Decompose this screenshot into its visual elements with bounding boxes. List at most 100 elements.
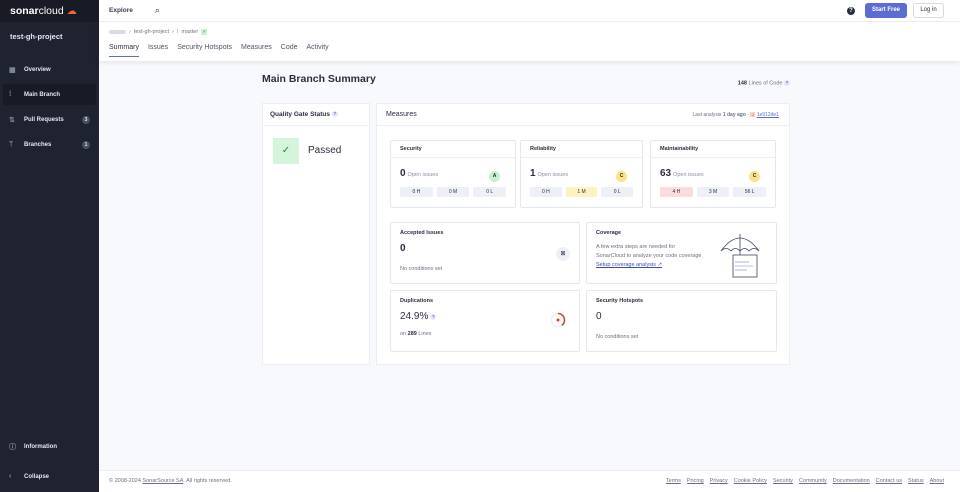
- footer-link-status[interactable]: Status: [908, 478, 924, 484]
- rating-card-reliability[interactable]: Reliability 1 Open issues C 0 H1 M0 L: [520, 140, 643, 208]
- card-title: Security Hotspots: [596, 298, 644, 304]
- sidebar-item-pull-requests[interactable]: ⇅ Pull Requests 3: [3, 109, 96, 130]
- help-icon[interactable]: ?: [784, 80, 790, 86]
- severity-pill[interactable]: 0 H: [400, 187, 433, 197]
- count-badge: 1: [82, 140, 90, 149]
- sidebar-item-overview[interactable]: ▦ Overview: [3, 59, 96, 80]
- quality-gate-panel: Quality Gate Status ? ✓ Passed: [262, 103, 370, 365]
- check-icon: ✓: [201, 29, 208, 35]
- rights-text: . All rights reserved.: [183, 478, 232, 484]
- lines-label: Lines: [418, 331, 432, 337]
- tab-activity[interactable]: Activity: [307, 44, 329, 57]
- footer-link-terms[interactable]: Terms: [666, 478, 681, 484]
- sidebar-item-label: Pull Requests: [24, 116, 64, 123]
- severity-pill[interactable]: 3 M: [696, 187, 730, 197]
- severity-pill[interactable]: 0 L: [473, 187, 507, 197]
- footer-link-security[interactable]: Security: [773, 478, 793, 484]
- logo-text-bold: sonar: [10, 5, 39, 17]
- duplications-value[interactable]: 24.9%: [400, 311, 428, 322]
- footer-link-contact-us[interactable]: Contact us: [876, 478, 902, 484]
- sidebar-item-label: Information: [24, 443, 57, 450]
- tab-summary[interactable]: Summary: [109, 44, 139, 57]
- sonarcloud-logo[interactable]: sonar cloud ☁: [0, 0, 99, 22]
- organization-link[interactable]: [109, 30, 126, 34]
- last-analysis: Last analysis 1 day ago · J 1e912de1: [692, 112, 779, 118]
- quality-gate-status: Passed: [308, 145, 342, 156]
- search-icon[interactable]: ⌕: [155, 5, 160, 16]
- accepted-issues-value[interactable]: 0: [400, 243, 406, 254]
- sidebar-item-main-branch[interactable]: ⁞ Main Branch: [3, 84, 96, 105]
- rating-grade-badge: C: [749, 171, 760, 182]
- severity-pill[interactable]: 4 H: [660, 187, 693, 197]
- accepted-issues-card[interactable]: Accepted Issues 0 No conditions set ⊠: [390, 222, 580, 284]
- measures-title: Measures: [386, 111, 417, 118]
- rating-grade-badge: C: [616, 171, 627, 182]
- collapse-label: Collapse: [24, 473, 50, 480]
- card-title: Reliability: [521, 141, 642, 158]
- footer-link-documentation[interactable]: Documentation: [833, 478, 870, 484]
- open-issues-count[interactable]: 1: [530, 168, 536, 179]
- security-hotspots-card[interactable]: Security Hotspots 0 No conditions set: [586, 290, 777, 352]
- quality-gate-title: Quality Gate Status: [270, 111, 330, 118]
- hotspots-value[interactable]: 0: [596, 311, 602, 322]
- last-analysis-value: 1 day ago: [722, 112, 746, 118]
- commit-link[interactable]: 1e912de1: [757, 112, 779, 118]
- on-label: on: [400, 331, 407, 337]
- count-badge: 3: [82, 115, 90, 124]
- tab-code[interactable]: Code: [281, 44, 298, 57]
- breadcrumb: › test-gh-project › ⁞ master ✓: [109, 29, 208, 35]
- start-free-button[interactable]: Start Free: [865, 3, 907, 18]
- help-icon[interactable]: ?: [331, 111, 338, 118]
- duplications-lines: 289: [407, 331, 417, 337]
- severity-pill[interactable]: 0 L: [601, 187, 634, 197]
- rating-card-maintainability[interactable]: Maintainability 63 Open issues C 4 H3 M5…: [650, 140, 776, 208]
- login-button[interactable]: Log in: [913, 3, 944, 18]
- tab-issues[interactable]: Issues: [148, 44, 168, 57]
- severity-pill[interactable]: 56 L: [733, 187, 767, 197]
- tab-measures[interactable]: Measures: [241, 44, 272, 57]
- info-icon: ⓘ: [9, 443, 16, 451]
- sonarsource-link[interactable]: SonarSource SA: [142, 478, 183, 484]
- collapse-button[interactable]: ‹ Collapse: [3, 466, 96, 487]
- external-link-icon: ↗: [657, 262, 663, 268]
- breadcrumb-project[interactable]: test-gh-project: [134, 29, 169, 35]
- rating-grade-badge: A: [489, 171, 500, 182]
- footer-link-cookie-policy[interactable]: Cookie Policy: [734, 478, 767, 484]
- card-title: Maintainability: [651, 141, 775, 158]
- explore-link[interactable]: Explore: [109, 7, 133, 14]
- tabs: Summary Issues Security Hotspots Measure…: [109, 44, 329, 57]
- breadcrumb-branch[interactable]: master: [181, 29, 198, 35]
- setup-coverage-link[interactable]: Setup coverage analysis ↗: [596, 262, 662, 268]
- card-title: Accepted Issues: [400, 230, 444, 236]
- open-issues-count[interactable]: 63: [660, 168, 671, 179]
- loc-value: 148: [737, 80, 747, 87]
- duplications-ring: [550, 312, 566, 328]
- loc-label: Lines of Code: [748, 80, 783, 87]
- sidebar-item-branches[interactable]: ᛘ Branches 1: [3, 134, 96, 155]
- footer-link-community[interactable]: Community: [799, 478, 827, 484]
- help-icon[interactable]: ?: [430, 314, 437, 321]
- page-title: Main Branch Summary: [262, 73, 376, 85]
- footer-link-privacy[interactable]: Privacy: [710, 478, 728, 484]
- footer-link-about[interactable]: About: [930, 478, 944, 484]
- severity-pill[interactable]: 0 H: [530, 187, 562, 197]
- footer-link-pricing[interactable]: Pricing: [687, 478, 704, 484]
- copyright: © 2008-2024: [109, 478, 141, 484]
- help-icon[interactable]: ?: [847, 7, 855, 15]
- severity-pill[interactable]: 0 M: [436, 187, 470, 197]
- lines-of-code: 148 Lines of Code ?: [738, 80, 790, 86]
- coverage-card: Coverage A few extra steps are needed fo…: [586, 222, 777, 284]
- sidebar-item-label: Branches: [24, 141, 52, 148]
- project-name[interactable]: test-gh-project: [0, 22, 99, 51]
- no-conditions-text: No conditions set: [596, 334, 639, 340]
- overview-icon: ▦: [9, 66, 16, 74]
- severity-pill[interactable]: 1 M: [565, 187, 598, 197]
- tab-security-hotspots[interactable]: Security Hotspots: [177, 44, 232, 57]
- sidebar-item-information[interactable]: ⓘ Information: [3, 436, 96, 457]
- rating-card-security[interactable]: Security 0 Open issues A 0 H0 M0 L: [390, 140, 516, 208]
- pull-request-icon: ⇅: [9, 116, 15, 124]
- duplications-card[interactable]: Duplications 24.9% ? on 289 Lines: [390, 290, 580, 352]
- branch-icon: ⁞: [176, 29, 179, 35]
- topbar: Explore ⌕ ? Start Free Log in: [99, 0, 960, 22]
- open-issues-count[interactable]: 0: [400, 168, 406, 179]
